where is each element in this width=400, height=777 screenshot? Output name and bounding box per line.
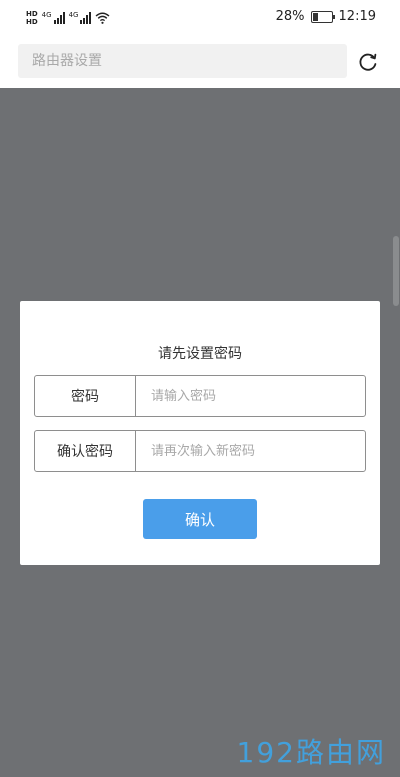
dialog-title: 请先设置密码 xyxy=(158,346,242,362)
battery-fill xyxy=(312,12,319,21)
scrollbar-thumb[interactable] xyxy=(393,236,399,306)
watermark-logo: 192路由网 xyxy=(236,736,386,769)
hd-bottom-label: HD xyxy=(26,18,38,26)
refresh-button[interactable] xyxy=(356,50,380,74)
hd-icon: HD HD xyxy=(26,10,38,26)
password-input[interactable] xyxy=(136,376,365,416)
sim1-network-label: 4G xyxy=(41,11,52,19)
battery-icon xyxy=(310,10,335,23)
status-right: 28% 12:19 xyxy=(276,9,376,24)
address-bar-input[interactable] xyxy=(18,44,347,78)
sim2-network-label: 4G xyxy=(68,11,79,19)
hd-top-label: HD xyxy=(26,10,38,18)
screen: HD HD 4G 4G 28% 12:19 路由器设置 请先设置密码 密码 确认… xyxy=(0,0,400,777)
app-header xyxy=(0,36,400,88)
wifi-icon xyxy=(96,12,110,24)
status-left: HD HD 4G 4G xyxy=(26,7,110,29)
status-bar: HD HD 4G 4G 28% 12:19 xyxy=(0,0,400,36)
status-time: 12:19 xyxy=(338,9,376,24)
signal-icon: 4G xyxy=(42,12,65,24)
confirm-button[interactable]: 确认 xyxy=(143,499,257,539)
confirm-password-label: 确认密码 xyxy=(35,431,136,471)
refresh-icon xyxy=(359,53,377,71)
set-password-dialog: 请先设置密码 密码 确认密码 确认 xyxy=(20,301,380,565)
confirm-password-field: 确认密码 xyxy=(34,430,366,472)
password-label: 密码 xyxy=(35,376,136,416)
battery-percent: 28% xyxy=(275,9,305,24)
password-field: 密码 xyxy=(34,375,366,417)
signal-icon: 4G xyxy=(69,12,92,24)
confirm-password-input[interactable] xyxy=(136,431,365,471)
